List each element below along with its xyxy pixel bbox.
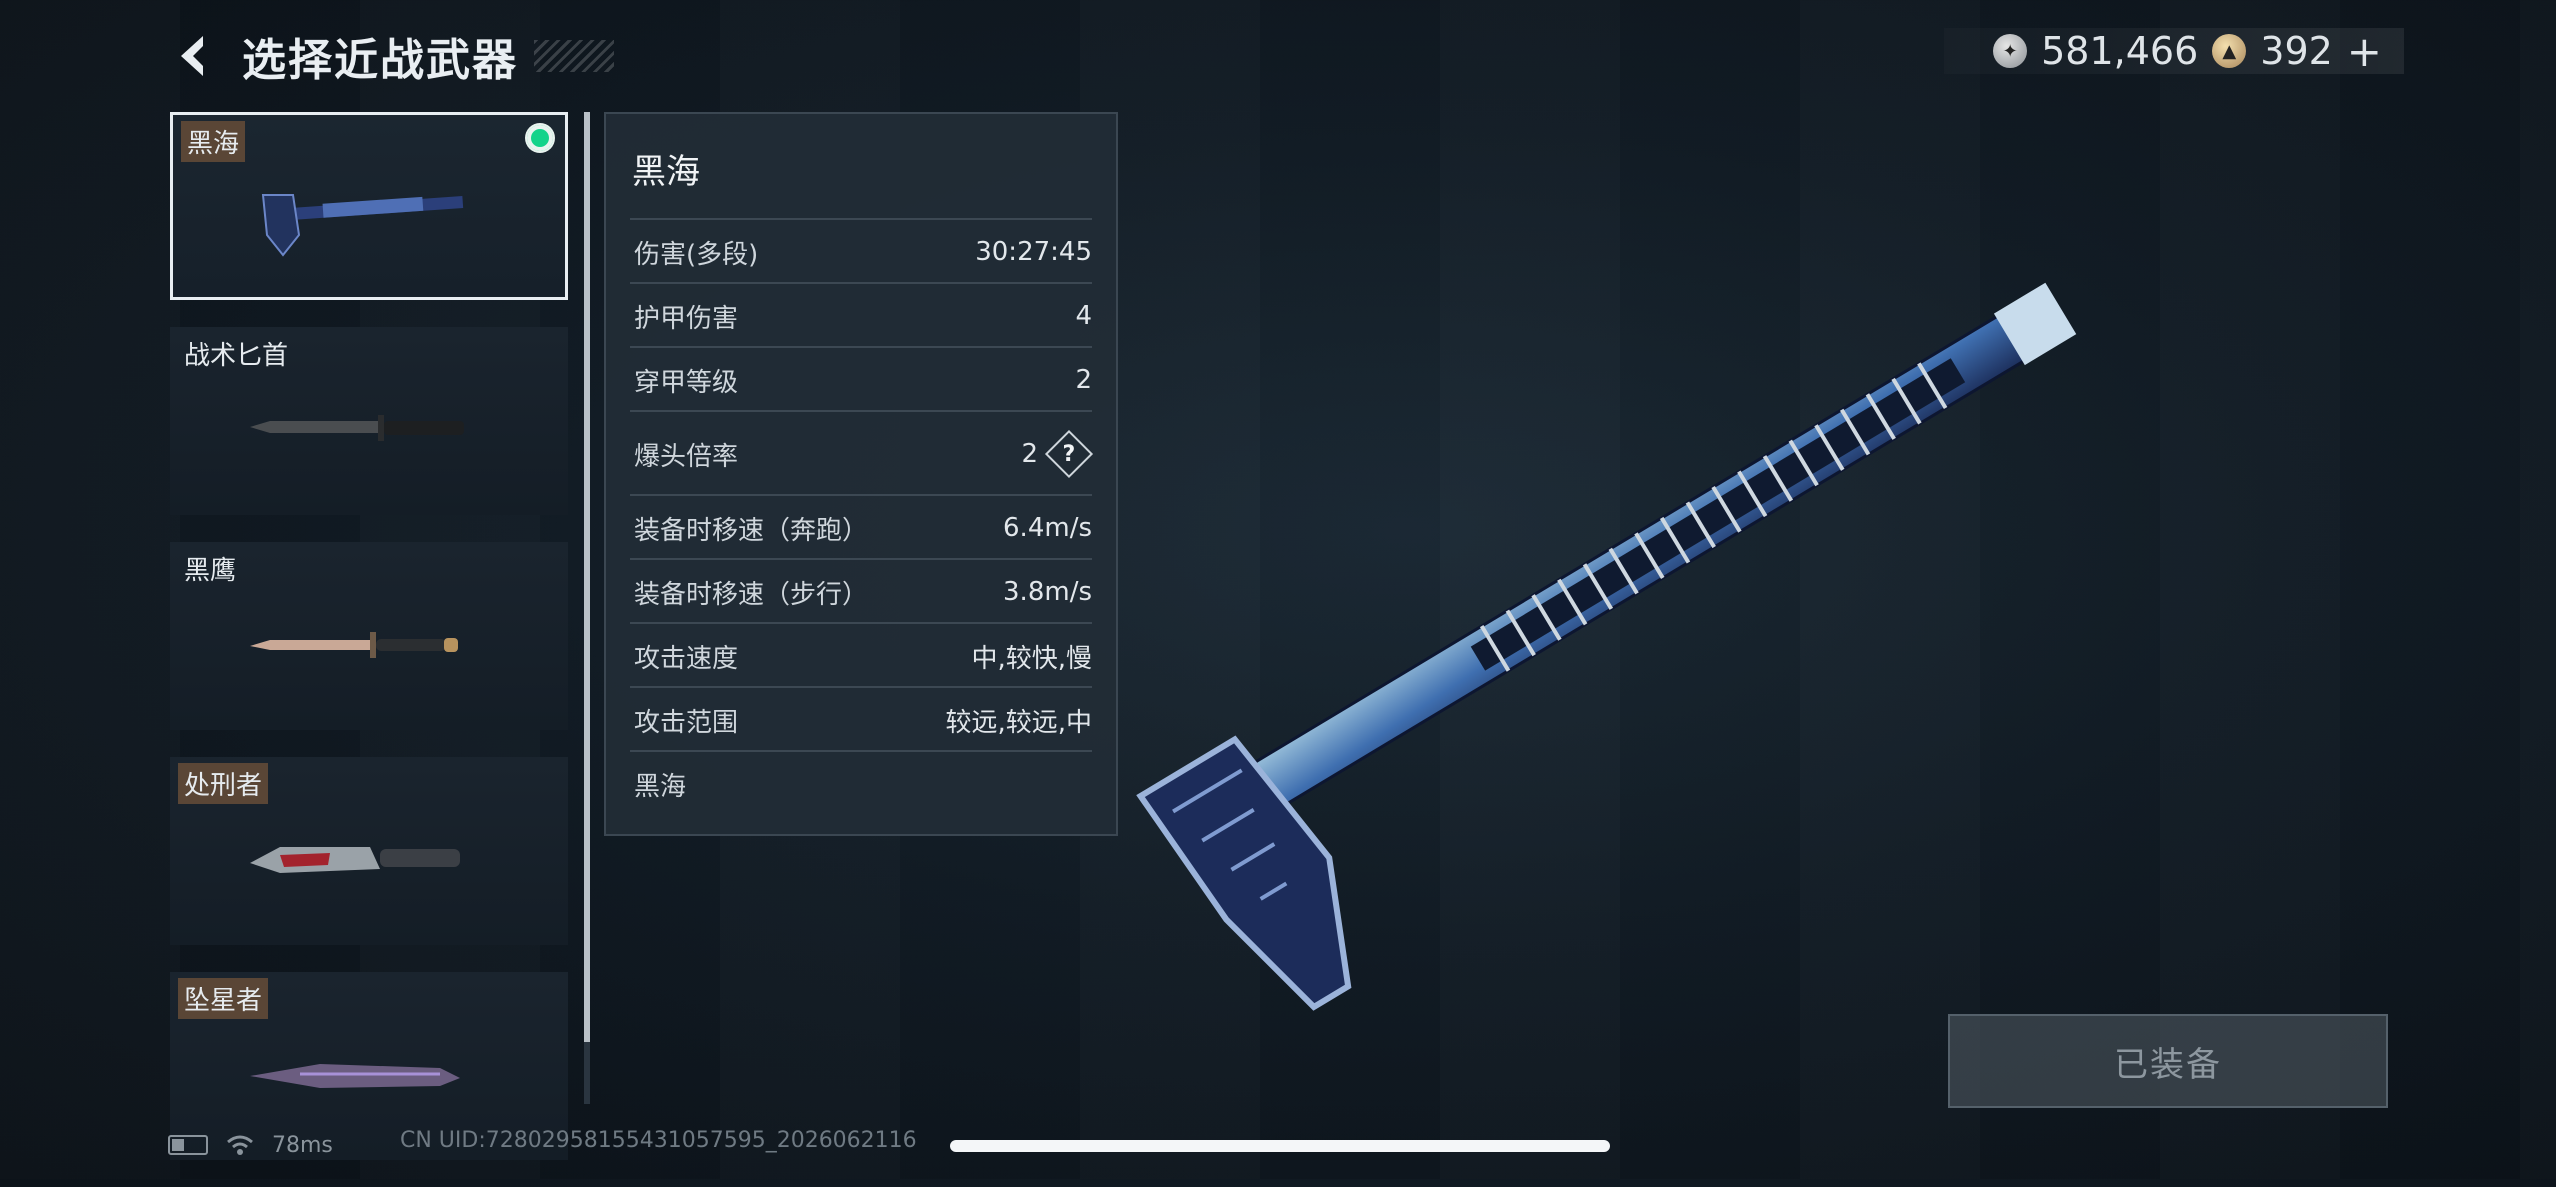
user-id: CN UID:72802958155431057595_2026062116 xyxy=(400,1128,917,1153)
silver-coin-icon: ✦ xyxy=(1993,34,2028,68)
ping-value: 78ms xyxy=(272,1132,333,1158)
blade-icon xyxy=(250,1064,460,1088)
back-button[interactable] xyxy=(168,26,220,86)
stat-row-attack-range: 攻击范围 较远,较远,中 xyxy=(630,686,1092,752)
stats-title: 黑海 xyxy=(632,152,700,192)
stat-label: 装备时移速（步行） xyxy=(634,579,869,610)
silver-amount: 581,466 xyxy=(2041,29,2199,73)
page-title: 选择近战武器 xyxy=(242,35,518,86)
wifi-icon xyxy=(227,1135,253,1155)
weapon-name: 战术匕首 xyxy=(184,341,289,371)
weapon-card-black-hawk[interactable]: 黑鹰 xyxy=(170,542,568,730)
combat-knife-icon xyxy=(250,847,460,873)
weapon-card-heihai[interactable]: 黑海 xyxy=(170,112,568,300)
stat-label: 攻击速度 xyxy=(634,643,739,674)
battery-icon xyxy=(168,1135,208,1155)
equip-button[interactable]: 已装备 xyxy=(1948,1014,2388,1108)
list-scroll-thumb[interactable] xyxy=(584,112,590,1042)
currency-bar: ✦ 581,466 ▲ 392 + xyxy=(1944,27,2404,76)
weapon-name: 黑海 xyxy=(181,121,246,162)
stat-row-headshot: 爆头倍率 2 ? xyxy=(630,410,1094,496)
axe-icon xyxy=(261,194,464,257)
equipped-indicator-icon xyxy=(527,125,553,151)
weapon-card-executioner[interactable]: 处刑者 xyxy=(170,757,568,945)
dagger-icon xyxy=(250,415,464,441)
stat-row-armor-damage: 护甲伤害 4 xyxy=(630,282,1092,348)
weapon-name: 处刑者 xyxy=(178,763,269,804)
stat-label: 装备时移速（奔跑） xyxy=(634,515,869,546)
weapon-name: 黑鹰 xyxy=(184,556,237,586)
back-arrow-icon xyxy=(181,36,203,76)
weapon-list: 黑海 战术匕首 黑鹰 处刑者 坠星者 xyxy=(170,112,570,1187)
stat-value: 2 xyxy=(1021,439,1038,469)
stat-row-attack-speed: 攻击速度 中,较快,慢 xyxy=(630,622,1092,688)
stat-label: 护甲伤害 xyxy=(634,303,739,334)
stat-label: 攻击范围 xyxy=(634,707,739,738)
stat-label: 黑海 xyxy=(634,771,687,802)
stat-label: 穿甲等级 xyxy=(634,367,739,398)
stat-row-penetration: 穿甲等级 2 xyxy=(630,346,1092,412)
weapon-preview-axe-icon xyxy=(1136,282,2077,1011)
stat-row-run-speed: 装备时移速（奔跑） 6.4m/s xyxy=(630,494,1092,560)
home-indicator[interactable] xyxy=(950,1140,1610,1152)
gold-coin-icon: ▲ xyxy=(2212,34,2247,68)
title-decoration xyxy=(534,40,614,72)
header: 选择近战武器 xyxy=(168,20,614,92)
status-bar: 78ms xyxy=(168,1128,333,1162)
knife-icon xyxy=(250,632,458,658)
stat-label: 伤害(多段) xyxy=(634,239,759,270)
stat-row-damage: 伤害(多段) 30:27:45 xyxy=(630,218,1092,284)
add-currency-button[interactable]: + xyxy=(2347,27,2382,76)
weapon-name: 坠星者 xyxy=(178,978,269,1019)
stat-row-walk-speed: 装备时移速（步行） 3.8m/s xyxy=(630,558,1092,624)
gold-amount: 392 xyxy=(2260,29,2333,73)
weapon-card-tactical-dagger[interactable]: 战术匕首 xyxy=(170,327,568,515)
stat-row-skin-name: 黑海 xyxy=(630,750,1092,816)
stat-label: 爆头倍率 xyxy=(634,441,739,472)
